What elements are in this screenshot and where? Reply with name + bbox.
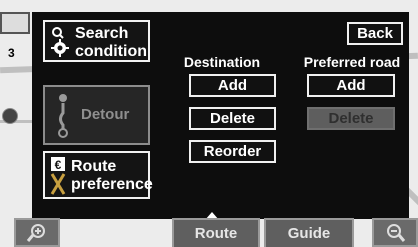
destination-reorder-button[interactable]: Reorder xyxy=(189,140,276,163)
preferred-road-add-button[interactable]: Add xyxy=(307,74,395,97)
zoom-in-button[interactable] xyxy=(14,218,60,247)
preferred-road-heading: Preferred road xyxy=(303,54,401,70)
detour-button[interactable]: Detour xyxy=(43,85,150,145)
gear-search-icon xyxy=(51,27,69,57)
search-condition-button[interactable]: Search condition xyxy=(43,20,150,62)
zoom-out-button[interactable] xyxy=(372,218,418,247)
preferred-road-delete-button[interactable]: Delete xyxy=(307,107,395,130)
destination-heading: Destination xyxy=(183,54,261,70)
search-condition-label: Search condition xyxy=(75,25,147,60)
back-button[interactable]: Back xyxy=(347,22,403,45)
map-marker-number: 3 xyxy=(8,46,15,60)
route-preference-button[interactable]: € Route preference xyxy=(43,151,153,199)
svg-text:€: € xyxy=(55,158,62,172)
destination-delete-button[interactable]: Delete xyxy=(189,107,276,130)
route-preference-icon: € xyxy=(50,157,66,195)
zoom-out-icon xyxy=(387,224,406,242)
route-options-panel: Search condition Detour € Route preferen… xyxy=(32,12,409,219)
map-top-left-button[interactable] xyxy=(0,12,30,34)
route-preference-label: Route preference xyxy=(71,158,153,193)
destination-add-button[interactable]: Add xyxy=(189,74,276,97)
detour-label: Detour xyxy=(81,106,130,123)
zoom-in-icon xyxy=(26,224,45,242)
detour-icon xyxy=(58,94,68,138)
guide-tab[interactable]: Guide xyxy=(264,218,354,247)
map-compass-icon xyxy=(2,108,18,124)
route-tab[interactable]: Route xyxy=(172,218,260,247)
